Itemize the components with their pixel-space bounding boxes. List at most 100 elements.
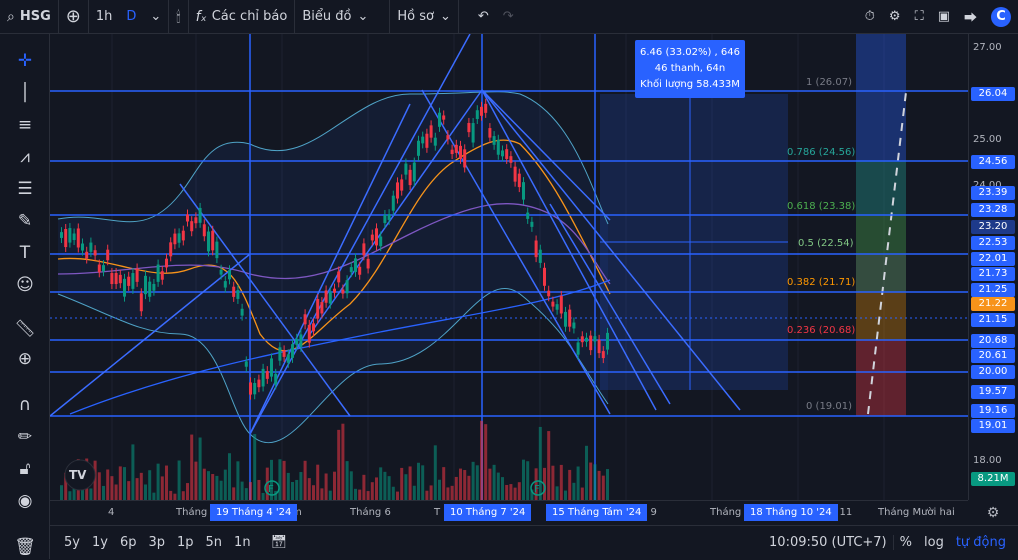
redo-button[interactable]: ↷ (496, 0, 521, 34)
chevron-down-icon: ⌄ (150, 9, 162, 24)
volume-bar (303, 460, 307, 500)
price-badge: 24.56 (971, 155, 1015, 169)
time-label: Tháng Mười hai (878, 507, 955, 518)
chart-pane[interactable]: F F TV 6.46 (33.02%) , 646 46 thanh, 64n… (50, 34, 968, 500)
range-1m[interactable]: 1p (171, 535, 200, 550)
auto-toggle[interactable]: tự động (950, 535, 1012, 550)
visibility-tool[interactable]: ◉ (10, 488, 40, 514)
candle-body (274, 373, 278, 385)
candle-body (396, 182, 399, 199)
profile-button[interactable]: Hồ sơ ⌄ (390, 0, 459, 34)
interval-d[interactable]: D (119, 0, 143, 34)
magnet-icon: ∩ (18, 395, 32, 415)
delete-tool[interactable]: 🗑︎ (10, 534, 40, 560)
clock-label[interactable]: 10:09:50 (UTC+7) (763, 535, 893, 550)
candle-body (215, 241, 219, 259)
interval-dropdown[interactable]: ⌄ (143, 0, 170, 34)
candle-body (576, 342, 580, 355)
candle-body (559, 295, 563, 314)
candle-body (278, 347, 282, 361)
symbol-search[interactable]: ⌕ HSG (0, 0, 59, 34)
indicators-label: Các chỉ báo (211, 9, 288, 24)
price-badge: 26.04 (971, 87, 1015, 101)
candle-body (606, 332, 609, 350)
candle-body (345, 280, 349, 294)
time-badge: 10 Tháng 7 '24 (444, 504, 532, 521)
volume-bar (123, 467, 126, 500)
range-1y[interactable]: 1y (86, 535, 114, 550)
profile-label: Hồ sơ (397, 9, 434, 24)
interval-active-label: D (126, 9, 137, 24)
axis-settings-button[interactable]: ⚙ (968, 500, 1018, 525)
candles-icon: 🕯︎ (176, 7, 181, 26)
volume-bar (496, 472, 500, 500)
candle-body (513, 166, 517, 182)
range-1d[interactable]: 1n (228, 535, 257, 550)
volume-bar (232, 487, 236, 500)
lines-icon: ≡ (17, 115, 33, 135)
chart-canvas[interactable]: F F TV (50, 34, 968, 500)
candle-body (370, 234, 374, 241)
price-axis[interactable]: 27.00 25.00 24.00 18.00 26.0424.5623.392… (968, 34, 1018, 500)
percent-toggle[interactable]: % (892, 535, 918, 550)
volume-bar (97, 472, 101, 500)
horizontal-lines-tool[interactable]: ≡ (10, 112, 40, 138)
volume-bar (144, 484, 147, 500)
volume-bar (463, 470, 467, 500)
magnet-tool[interactable]: ∩ (10, 392, 40, 418)
fib-tool[interactable]: ☰ (10, 176, 40, 202)
screenshot-button[interactable]: ▣ (931, 0, 957, 34)
volume-bar (131, 444, 135, 500)
text-tool[interactable]: T (10, 240, 40, 266)
log-toggle[interactable]: log (918, 535, 950, 550)
crosshair-icon: ✛ (17, 51, 33, 71)
lock-tool[interactable]: 🔓︎ (10, 456, 40, 482)
volume-bar (165, 465, 168, 500)
volume-bar (282, 460, 286, 500)
fib-zone-382 (856, 292, 906, 340)
price-badge: 20.68 (971, 334, 1015, 348)
lock-drawing-tool[interactable]: ✏ (10, 424, 40, 450)
volume-bar (337, 429, 341, 500)
candle-body (123, 278, 126, 297)
range-6m[interactable]: 6p (114, 535, 143, 550)
indicators-button[interactable]: fₓ Các chỉ báo (189, 0, 296, 34)
drawing-toolbar: ✛ │ ≡ ⩘ ☰ ✎ T ☺ 📏︎ ⊕ ∩ ✏ 🔓︎ ◉ 🗑︎ (0, 34, 50, 559)
measure-tool[interactable]: 📏︎ (10, 316, 40, 342)
alert-button[interactable]: ⏱ (858, 0, 882, 34)
pattern-tool[interactable]: ⩘ (10, 144, 40, 170)
goto-date-button[interactable]: 📅︎ (265, 535, 294, 550)
candle-body (551, 301, 555, 307)
volume-bar (114, 484, 118, 500)
volume-bar (261, 492, 265, 500)
candles-button[interactable]: 🕯︎ (169, 0, 189, 34)
volume-bar (207, 471, 210, 500)
candle-body (190, 221, 194, 232)
crosshair-tool[interactable]: ✛ (10, 48, 40, 74)
time-axis[interactable]: 4 Tháng m Tháng 6 T g 9 Tháng g 11 Tháng… (50, 500, 968, 525)
range-5d[interactable]: 5n (200, 535, 229, 550)
share-button[interactable]: ⮕ (957, 0, 984, 34)
brush-tool[interactable]: ✎ (10, 208, 40, 234)
app-logo-icon: C (991, 6, 1011, 27)
compare-button[interactable]: ⊕ (59, 0, 89, 34)
undo-button[interactable]: ↶ (471, 0, 496, 34)
interval-1h[interactable]: 1h (89, 0, 120, 34)
logo-button[interactable]: C (984, 0, 1018, 34)
candle-body (72, 233, 76, 241)
candle-body (240, 308, 244, 316)
range-5y[interactable]: 5y (58, 535, 86, 550)
volume-bar (601, 475, 605, 500)
emoji-tool[interactable]: ☺ (10, 272, 40, 298)
chart-type-button[interactable]: Biểu đồ ⌄ (295, 0, 375, 34)
settings-button[interactable]: ⚙ (882, 0, 908, 34)
fullscreen-icon: ⛶ (914, 9, 924, 24)
fib-label-5: 0.5 (22.54) (798, 238, 854, 249)
zoom-tool[interactable]: ⊕ (10, 346, 40, 372)
range-3m[interactable]: 3p (142, 535, 171, 550)
fib-zone-618 (856, 216, 906, 254)
fullscreen-button[interactable]: ⛶ (908, 0, 931, 34)
search-icon: ⌕ (7, 8, 15, 25)
candle-body (76, 228, 80, 248)
trendline-tool[interactable]: │ (10, 80, 40, 106)
